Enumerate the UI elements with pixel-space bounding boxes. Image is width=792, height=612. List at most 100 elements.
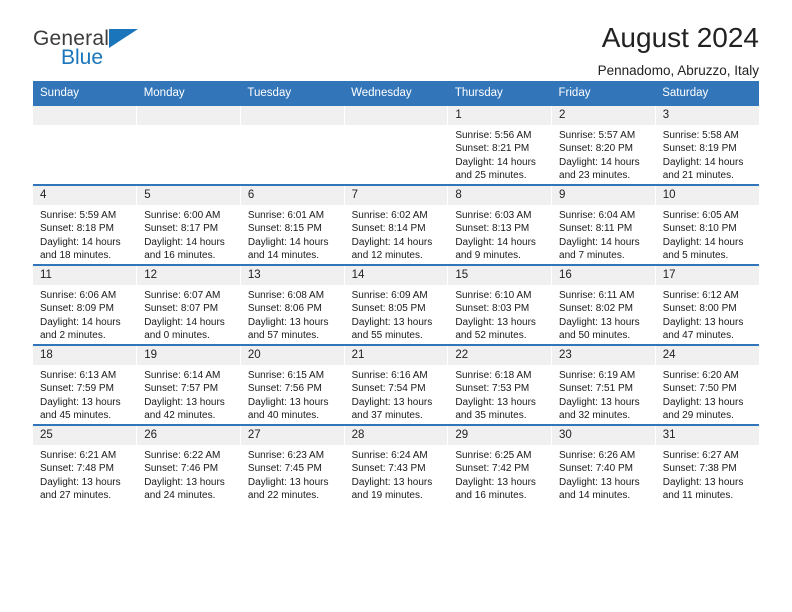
calendar-day-cell[interactable]: 11 Sunrise: 6:06 AM Sunset: 8:09 PM Dayligh…: [33, 264, 138, 345]
daylight-text-line2: and 32 minutes.: [559, 410, 631, 422]
calendar-day-cell[interactable]: 13 Sunrise: 6:08 AM Sunset: 8:06 PM Dayligh…: [240, 264, 345, 345]
calendar-day-cell[interactable]: 27 Sunrise: 6:23 AM Sunset: 7:45 PM Dayligh…: [240, 424, 345, 504]
day-number: 5: [137, 186, 240, 205]
daylight-text-line1: Daylight: 14 hours: [144, 236, 225, 248]
sunset-text: Sunset: 8:14 PM: [351, 223, 426, 235]
calendar-day-cell[interactable]: 17 Sunrise: 6:12 AM Sunset: 8:00 PM Dayligh…: [655, 264, 759, 345]
day-number: [33, 106, 137, 125]
brand-logo[interactable]: General Blue: [33, 28, 153, 74]
sunrise-text: Sunrise: 6:27 AM: [662, 450, 739, 461]
calendar-day-cell[interactable]: 28 Sunrise: 6:24 AM Sunset: 7:43 PM Dayligh…: [344, 424, 449, 504]
calendar-day-cell[interactable]: 10 Sunrise: 6:05 AM Sunset: 8:10 PM Dayligh…: [655, 184, 759, 265]
calendar-day-cell[interactable]: 6 Sunrise: 6:01 AM Sunset: 8:15 PM Daylight…: [240, 184, 345, 265]
sunset-text: Sunset: 8:19 PM: [662, 143, 737, 155]
sunrise-text: Sunrise: 6:25 AM: [455, 450, 532, 461]
calendar-day-cell[interactable]: 7 Sunrise: 6:02 AM Sunset: 8:14 PM Daylight…: [344, 184, 449, 265]
calendar-day-cell[interactable]: 24 Sunrise: 6:20 AM Sunset: 7:50 PM Dayligh…: [655, 344, 759, 425]
sunrise-text: Sunrise: 6:06 AM: [40, 290, 117, 301]
sunset-text: Sunset: 7:45 PM: [247, 463, 322, 475]
sunset-text: Sunset: 8:10 PM: [662, 223, 737, 235]
calendar-day-cell[interactable]: 1 Sunrise: 5:56 AM Sunset: 8:21 PM Daylight…: [447, 104, 553, 185]
calendar-day-cell[interactable]: 19 Sunrise: 6:14 AM Sunset: 7:57 PM Dayligh…: [136, 344, 241, 425]
weekday-header-sunday: Sunday: [33, 81, 137, 105]
sunset-text: Sunset: 8:03 PM: [455, 303, 530, 315]
sunrise-text: Sunrise: 6:02 AM: [351, 210, 428, 221]
calendar-day-cell[interactable]: 9 Sunrise: 6:04 AM Sunset: 8:11 PM Daylight…: [551, 184, 656, 265]
day-number: 12: [137, 266, 240, 285]
calendar-day-cell[interactable]: 20 Sunrise: 6:15 AM Sunset: 7:56 PM Dayligh…: [240, 344, 345, 425]
daylight-text-line1: Daylight: 14 hours: [247, 236, 329, 248]
day-details: Sunrise: 6:27 AM Sunset: 7:38 PM Daylight:…: [656, 445, 759, 503]
day-number: 31: [655, 426, 759, 445]
calendar-day-cell[interactable]: 23 Sunrise: 6:19 AM Sunset: 7:51 PM Dayligh…: [551, 344, 656, 425]
sunrise-text: Sunrise: 6:20 AM: [662, 370, 739, 381]
calendar-day-cell[interactable]: 22 Sunrise: 6:18 AM Sunset: 7:53 PM Dayligh…: [447, 344, 553, 425]
daylight-text-line1: Daylight: 14 hours: [144, 316, 225, 328]
calendar-day-cell[interactable]: 31 Sunrise: 6:27 AM Sunset: 7:38 PM Dayligh…: [655, 424, 759, 504]
daylight-text-line2: and 22 minutes.: [247, 490, 320, 502]
sunrise-text: Sunrise: 6:01 AM: [247, 210, 325, 221]
day-details: Sunrise: 5:59 AM Sunset: 8:18 PM Daylight:…: [33, 205, 136, 263]
calendar-day-cell[interactable]: 15 Sunrise: 6:10 AM Sunset: 8:03 PM Dayligh…: [447, 264, 553, 345]
calendar-day-cell[interactable]: 26 Sunrise: 6:22 AM Sunset: 7:46 PM Dayligh…: [136, 424, 241, 504]
daylight-text-line1: Daylight: 13 hours: [40, 396, 121, 408]
sunset-text: Sunset: 8:13 PM: [455, 223, 530, 235]
sunrise-text: Sunrise: 6:15 AM: [247, 370, 325, 381]
weekday-header-friday: Friday: [551, 81, 656, 105]
day-number: 28: [344, 426, 448, 445]
day-details: Sunrise: 6:04 AM Sunset: 8:11 PM Daylight:…: [552, 205, 655, 263]
day-number: 19: [137, 346, 240, 365]
sunset-text: Sunset: 7:51 PM: [559, 383, 633, 395]
daylight-text-line2: and 0 minutes.: [144, 330, 210, 342]
day-details: Sunrise: 6:23 AM Sunset: 7:45 PM Daylight:…: [241, 445, 344, 503]
calendar-day-cell[interactable]: 21 Sunrise: 6:16 AM Sunset: 7:54 PM Dayligh…: [344, 344, 449, 425]
day-details: Sunrise: 6:22 AM Sunset: 7:46 PM Daylight:…: [137, 445, 240, 503]
calendar-day-cell[interactable]: 29 Sunrise: 6:25 AM Sunset: 7:42 PM Dayligh…: [447, 424, 553, 504]
daylight-text-line2: and 11 minutes.: [662, 490, 734, 502]
day-details: Sunrise: 6:05 AM Sunset: 8:10 PM Daylight:…: [656, 205, 759, 263]
day-number: 24: [655, 346, 759, 365]
sunrise-text: Sunrise: 6:26 AM: [559, 450, 636, 461]
day-details: Sunrise: 6:21 AM Sunset: 7:48 PM Daylight:…: [33, 445, 136, 503]
calendar-week-row: 25 Sunrise: 6:21 AM Sunset: 7:48 PM Dayligh…: [33, 424, 759, 504]
day-details: Sunrise: 6:07 AM Sunset: 8:07 PM Daylight:…: [137, 285, 240, 343]
calendar-day-cell[interactable]: 3 Sunrise: 5:58 AM Sunset: 8:19 PM Daylight…: [655, 104, 759, 185]
sunset-text: Sunset: 7:50 PM: [662, 383, 737, 395]
page-header: General Blue August 2024 Pennadomo, Abru…: [33, 0, 759, 78]
calendar-week-row: 4 Sunrise: 5:59 AM Sunset: 8:18 PM Daylight…: [33, 184, 759, 265]
day-details: Sunrise: 5:58 AM Sunset: 8:19 PM Daylight:…: [656, 125, 759, 183]
calendar-day-cell[interactable]: 4 Sunrise: 5:59 AM Sunset: 8:18 PM Daylight…: [33, 184, 138, 265]
daylight-text-line2: and 40 minutes.: [247, 410, 320, 422]
day-number: 10: [655, 186, 759, 205]
sunrise-text: Sunrise: 6:00 AM: [144, 210, 221, 221]
day-details: Sunrise: 5:56 AM Sunset: 8:21 PM Daylight:…: [448, 125, 551, 183]
calendar-day-cell[interactable]: 12 Sunrise: 6:07 AM Sunset: 8:07 PM Dayligh…: [136, 264, 241, 345]
day-number: 27: [240, 426, 344, 445]
sunset-text: Sunset: 8:18 PM: [40, 223, 114, 235]
daylight-text-line1: Daylight: 13 hours: [455, 396, 536, 408]
daylight-text-line2: and 14 minutes.: [247, 250, 320, 262]
calendar-day-cell[interactable]: 5 Sunrise: 6:00 AM Sunset: 8:17 PM Daylight…: [136, 184, 241, 265]
calendar-day-cell[interactable]: 16 Sunrise: 6:11 AM Sunset: 8:02 PM Dayligh…: [551, 264, 656, 345]
day-details: Sunrise: 6:06 AM Sunset: 8:09 PM Daylight:…: [33, 285, 136, 343]
day-number: 25: [33, 426, 137, 445]
calendar-cell-empty: [240, 104, 345, 185]
sunset-text: Sunset: 8:07 PM: [144, 303, 219, 315]
daylight-text-line1: Daylight: 13 hours: [351, 316, 433, 328]
day-number: 26: [137, 426, 240, 445]
calendar-day-cell[interactable]: 2 Sunrise: 5:57 AM Sunset: 8:20 PM Daylight…: [551, 104, 656, 185]
day-number: [344, 106, 448, 125]
daylight-text-line1: Daylight: 13 hours: [559, 316, 640, 328]
calendar-day-cell[interactable]: 25 Sunrise: 6:21 AM Sunset: 7:48 PM Dayligh…: [33, 424, 138, 504]
calendar-day-cell[interactable]: 18 Sunrise: 6:13 AM Sunset: 7:59 PM Dayligh…: [33, 344, 138, 425]
daylight-text-line2: and 52 minutes.: [455, 330, 527, 342]
daylight-text-line1: Daylight: 14 hours: [455, 156, 536, 168]
daylight-text-line1: Daylight: 13 hours: [559, 396, 640, 408]
day-number: 15: [448, 266, 552, 285]
calendar-day-cell[interactable]: 8 Sunrise: 6:03 AM Sunset: 8:13 PM Daylight…: [447, 184, 553, 265]
day-number: 6: [240, 186, 344, 205]
calendar-day-cell[interactable]: 14 Sunrise: 6:09 AM Sunset: 8:05 PM Dayligh…: [344, 264, 449, 345]
sunset-text: Sunset: 8:15 PM: [247, 223, 322, 235]
calendar-day-cell[interactable]: 30 Sunrise: 6:26 AM Sunset: 7:40 PM Dayligh…: [551, 424, 656, 504]
sunrise-text: Sunrise: 6:05 AM: [662, 210, 739, 221]
